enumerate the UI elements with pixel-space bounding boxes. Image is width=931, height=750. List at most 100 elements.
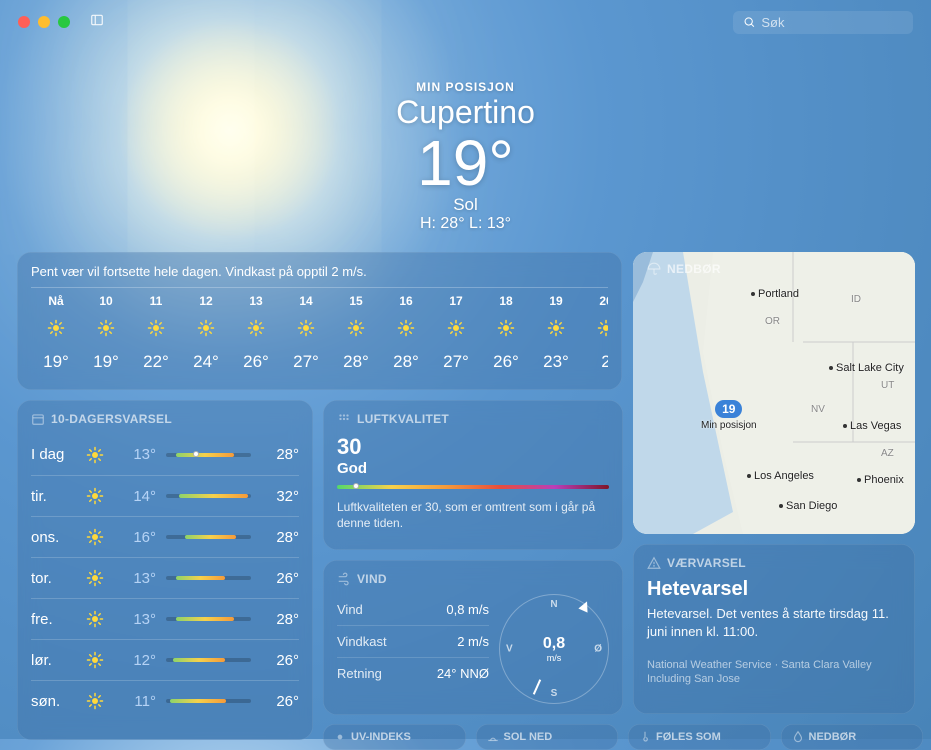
aqi-header: LUFTKVALITET (337, 412, 609, 426)
tenday-row[interactable]: tor.13°26° (31, 557, 299, 598)
hour-label: 14 (281, 294, 331, 308)
weather-alert-card[interactable]: VÆRVARSEL Hetevarsel Hetevarsel. Det ven… (633, 544, 915, 714)
map-area[interactable]: 19 Min posisjon Portland Salt Lake City La… (633, 252, 915, 534)
sun-icon (47, 319, 65, 337)
hourly-item[interactable]: 1224° (181, 294, 231, 372)
precip-small-card[interactable]: NEDBØR (781, 724, 924, 750)
hour-temp: 28° (331, 352, 381, 372)
hourly-summary: Pent vær vil fortsette hele dagen. Vindk… (31, 264, 608, 288)
temp-range-bar (166, 617, 251, 621)
aqi-value: 30 (337, 434, 609, 460)
hour-temp: 28° (381, 352, 431, 372)
hour-temp: 26° (231, 352, 281, 372)
low-temp: 16° (114, 529, 156, 546)
low-temp: 13° (114, 446, 156, 463)
sun-icon (333, 730, 347, 744)
hourly-item[interactable]: Nå19° (31, 294, 81, 372)
alert-source: National Weather Service · Santa Clara V… (647, 658, 901, 687)
calendar-icon (31, 412, 45, 426)
search-field[interactable] (733, 11, 913, 34)
tenday-row[interactable]: fre.13°28° (31, 598, 299, 639)
sidebar-toggle-icon[interactable] (90, 13, 104, 32)
umbrella-icon (647, 262, 661, 276)
tenday-row[interactable]: tir.14°32° (31, 475, 299, 516)
hour-label: 10 (81, 294, 131, 308)
sun-icon (447, 319, 465, 337)
feels-like-card[interactable]: FØLES SOM (628, 724, 771, 750)
hourly-item[interactable]: 14 27° (281, 294, 331, 372)
map-city-label: Portland (751, 288, 799, 300)
hour-label: 12 (181, 294, 231, 308)
map-city-label: Los Angeles (747, 470, 814, 482)
uv-index-card[interactable]: UV-INDEKS (323, 724, 466, 750)
sun-icon (86, 446, 104, 464)
day-label: søn. (31, 693, 86, 710)
temp-range-bar (166, 658, 251, 662)
low-temp: 11° (114, 693, 156, 710)
hourly-item[interactable]: 1122° (131, 294, 181, 372)
low-temp: 14° (114, 488, 156, 505)
wind-compass: N S Ø V 0,8 m/s (499, 594, 609, 704)
tenday-row[interactable]: ons.16°28° (31, 516, 299, 557)
hourly-item[interactable]: 1326° (231, 294, 281, 372)
tenday-row[interactable]: lør.12°26° (31, 639, 299, 680)
precipitation-map-card[interactable]: NEDBØR 19 Min posisjon PortlandSalt Lake… (633, 252, 915, 534)
hourly-forecast-card[interactable]: Pent vær vil fortsette hele dagen. Vindk… (17, 252, 622, 390)
search-icon (743, 15, 755, 29)
hour-temp: 27° (281, 352, 331, 372)
hour-temp: 27° (431, 352, 481, 372)
droplet-icon (791, 730, 805, 744)
hour-temp: 2 (581, 352, 608, 372)
aqi-icon (337, 412, 351, 426)
temp-range-bar (166, 699, 251, 703)
wind-header: VIND (337, 572, 609, 586)
close-button[interactable] (18, 16, 30, 28)
hourly-item[interactable]: 1923° (531, 294, 581, 372)
hour-label: 19 (531, 294, 581, 308)
tenday-row[interactable]: I dag13°28° (31, 434, 299, 475)
sun-icon (347, 319, 365, 337)
alert-title: Hetevarsel (647, 578, 901, 601)
day-label: tor. (31, 570, 86, 587)
hourly-item[interactable]: 10 19° (81, 294, 131, 372)
hourly-item[interactable]: 20 2 (581, 294, 608, 372)
map-city-label: Las Vegas (843, 420, 901, 432)
hourly-item[interactable]: 1826° (481, 294, 531, 372)
map-state-label: OR (765, 316, 780, 327)
map-city-label: Salt Lake City (829, 362, 904, 374)
hourly-item[interactable]: 1528° (331, 294, 381, 372)
wind-card[interactable]: VIND Vind0,8 m/sVindkast2 m/sRetning24° … (323, 560, 623, 715)
sun-icon (497, 319, 515, 337)
sun-icon (547, 319, 565, 337)
sun-icon (86, 610, 104, 628)
temp-range-bar (166, 535, 251, 539)
high-temp: 28° (261, 611, 299, 628)
hourly-item[interactable]: 16 28° (381, 294, 431, 372)
hour-temp: 26° (481, 352, 531, 372)
hour-temp: 19° (81, 352, 131, 372)
wind-arrow-icon (578, 599, 591, 612)
location-label: MIN POSISJON (0, 80, 931, 94)
sunset-icon (486, 730, 500, 744)
sunset-card[interactable]: SOL NED (476, 724, 619, 750)
hour-label: 17 (431, 294, 481, 308)
hour-label: 20 (581, 294, 608, 308)
map-location-pin[interactable]: 19 Min posisjon (701, 400, 757, 431)
low-temp: 13° (114, 570, 156, 587)
minimize-button[interactable] (38, 16, 50, 28)
warning-icon (647, 556, 661, 570)
map-state-label: AZ (881, 448, 894, 459)
tenday-row[interactable]: søn.11°26° (31, 680, 299, 721)
maximize-button[interactable] (58, 16, 70, 28)
search-input[interactable] (761, 15, 903, 30)
hour-label: 16 (381, 294, 431, 308)
high-temp: 26° (261, 652, 299, 669)
day-label: fre. (31, 611, 86, 628)
hourly-item[interactable]: 17 27° (431, 294, 481, 372)
aqi-rating: God (337, 460, 609, 477)
wind-stat-row: Vindkast2 m/s (337, 626, 489, 658)
tenday-forecast-card[interactable]: 10-DAGERSVARSEL I dag13°28°tir.14°32°ons… (17, 400, 313, 740)
small-cards-row: UV-INDEKS SOL NED FØLES SOM NEDBØR (323, 724, 923, 750)
air-quality-card[interactable]: LUFTKVALITET 30 God Luftkvaliteten er 30… (323, 400, 623, 550)
low-temp: 12° (114, 652, 156, 669)
